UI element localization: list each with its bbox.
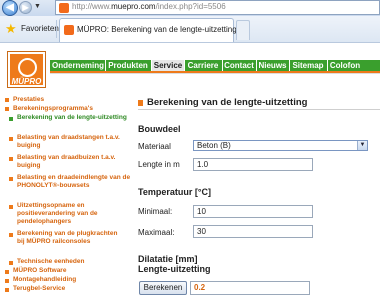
site-favicon-icon [59, 3, 69, 13]
sidebar-item-pendelophangers[interactable]: Uitzettingsopname en positieverandering … [17, 202, 129, 226]
menu-item-colofon[interactable]: Colofon [328, 60, 362, 71]
new-tab-button[interactable] [236, 20, 250, 40]
minimaal-label: Minimaal: [138, 207, 173, 216]
minimaal-input[interactable]: 10 [193, 205, 313, 218]
logo-text: MÜPRO [11, 77, 42, 86]
bullet-icon [9, 177, 13, 181]
sidebar-item-berekeningsprogrammas[interactable]: Berekeningsprogramma's [13, 105, 133, 113]
maximaal-label: Maximaal: [138, 228, 175, 237]
result-title-lengte-uitzetting: Lengte-uitzetting [138, 264, 211, 274]
result-field: 0.2 [190, 281, 310, 295]
sidebar-item-phonolyt[interactable]: Belasting en draadeindlengte van de PHON… [17, 174, 133, 190]
favorites-bar: ★ Favorieten MÜPRO: Berekening van de le… [0, 16, 380, 43]
divider [138, 109, 380, 110]
menu-item-sitemap[interactable]: Sitemap [290, 60, 326, 71]
bullet-icon [5, 98, 9, 102]
bullet-icon [5, 288, 9, 292]
sidebar-item-mupro-software[interactable]: MÜPRO Software [13, 267, 133, 275]
logo-circle-icon [18, 58, 37, 77]
mupro-logo[interactable]: MÜPRO [7, 51, 46, 88]
bullet-icon [9, 205, 13, 209]
materiaal-label: Materiaal [138, 142, 171, 151]
sidebar-nav: Prestaties Berekeningsprogramma's Bereke… [0, 92, 138, 307]
address-bar[interactable]: http://www.muepro.com/index.php?id=5506 [55, 0, 380, 15]
berekenen-button[interactable]: Berekenen [139, 281, 187, 295]
page-title: Berekening van de lengte-uitzetting [147, 97, 308, 108]
heading-marker-icon [138, 100, 143, 106]
browser-tab[interactable]: MÜPRO: Berekening van de lengte-uitzetti… [59, 18, 237, 42]
menu-item-contact[interactable]: Contact [223, 60, 255, 71]
browser-toolbar: ◀ ▶ ▼ http://www.muepro.com/index.php?id… [0, 0, 380, 16]
materiaal-select-value: Beton (B) [197, 141, 231, 150]
menu-item-nieuws[interactable]: Nieuws [257, 60, 288, 71]
bullet-icon [5, 279, 9, 283]
history-dropdown-icon[interactable]: ▼ [34, 3, 41, 10]
forward-icon[interactable]: ▶ [19, 1, 32, 14]
bullet-icon [9, 233, 13, 237]
menu-item-carriere[interactable]: Carriere [185, 60, 221, 71]
favorites-star-icon[interactable]: ★ [5, 21, 17, 37]
menu-item-service[interactable]: Service [152, 60, 184, 71]
maximaal-input[interactable]: 30 [193, 225, 313, 238]
bullet-icon [5, 270, 9, 274]
chevron-down-icon[interactable]: ▼ [357, 141, 367, 150]
result-title-dilatatie: Dilatatie [mm] [138, 254, 198, 264]
tab-favicon-icon [64, 25, 74, 35]
sidebar-item-draadstangen[interactable]: Belasting van draadstangen t.a.v. buigin… [17, 134, 129, 150]
materiaal-select[interactable]: Beton (B) ▼ [193, 140, 368, 151]
sidebar-item-prestaties[interactable]: Prestaties [13, 96, 133, 104]
menu-item-produkten[interactable]: Produkten [106, 60, 150, 71]
sidebar-item-technische-eenheden[interactable]: Technische eenheden [17, 258, 129, 266]
bullet-icon [5, 107, 9, 111]
lengte-label: Lengte in m [138, 160, 180, 169]
divider [56, 20, 57, 38]
section-title-bouwdeel: Bouwdeel [138, 124, 181, 134]
section-title-temperatuur: Temperatuur [°C] [138, 187, 211, 197]
bullet-icon [9, 261, 13, 265]
address-text: http://www.muepro.com/index.php?id=5506 [72, 2, 226, 11]
bullet-icon [9, 137, 13, 141]
sidebar-item-draadbuizen[interactable]: Belasting van draadbuizen t.a.v. buiging [17, 154, 129, 170]
divider [50, 73, 380, 74]
favorites-button[interactable]: Favorieten [21, 24, 59, 33]
bullet-icon [9, 157, 13, 161]
sidebar-item-terugbel-service[interactable]: Terugbel-Service [13, 285, 133, 293]
sidebar-item-montagehandleiding[interactable]: Montagehandleiding [13, 276, 133, 284]
back-icon[interactable]: ◀ [2, 0, 18, 16]
sidebar-item-railconsoles[interactable]: Berekening van de plugkrachten bij MÜPRO… [17, 230, 121, 246]
sidebar-item-lengte-uitzetting[interactable]: Berekening van de lengte-uitzetting [17, 114, 129, 122]
bullet-icon [9, 117, 13, 121]
main-menu: Onderneming Produkten Service Carriere C… [50, 60, 380, 71]
menu-item-onderneming[interactable]: Onderneming [52, 60, 104, 71]
lengte-input[interactable]: 1.0 [193, 158, 313, 171]
tab-title: MÜPRO: Berekening van de lengte-uitzetti… [77, 25, 237, 34]
